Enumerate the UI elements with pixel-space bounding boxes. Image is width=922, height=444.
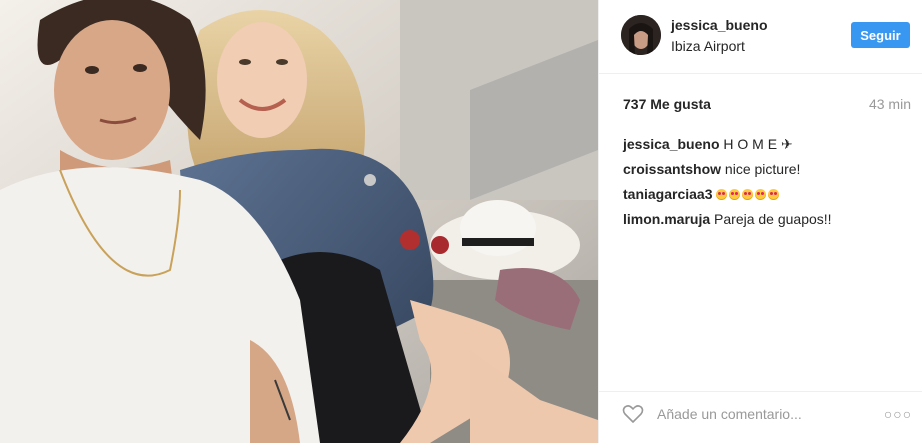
avatar-image bbox=[621, 15, 661, 55]
smiling-face-heart-eyes-icon bbox=[768, 189, 780, 200]
comment-footer: ○○○ bbox=[599, 391, 922, 444]
heart-icon bbox=[622, 405, 644, 423]
more-options-icon[interactable]: ○○○ bbox=[883, 402, 913, 426]
like-button[interactable] bbox=[621, 402, 645, 426]
follow-button[interactable]: Seguir bbox=[851, 22, 910, 48]
post-photo[interactable] bbox=[0, 0, 598, 443]
comment-text: nice picture! bbox=[724, 161, 801, 177]
comment-text: Pareja de guapos!! bbox=[714, 211, 832, 227]
avatar[interactable] bbox=[621, 15, 661, 55]
comment-author[interactable]: croissantshow bbox=[623, 161, 721, 177]
list-item: taniagarciaa3 bbox=[623, 182, 913, 207]
post-stats: 737 Me gusta 43 min bbox=[599, 90, 922, 118]
post-location[interactable]: Ibiza Airport bbox=[671, 38, 745, 54]
smiling-face-heart-eyes-icon bbox=[742, 189, 754, 200]
comment-input[interactable] bbox=[657, 402, 857, 426]
comment-author[interactable]: taniagarciaa3 bbox=[623, 186, 713, 202]
list-item: jessica_bueno H O M E ✈ bbox=[623, 132, 913, 157]
list-item: croissantshow nice picture! bbox=[623, 157, 913, 182]
list-item: limon.maruja Pareja de guapos!! bbox=[623, 207, 913, 232]
post-timestamp[interactable]: 43 min bbox=[869, 96, 911, 112]
smiling-face-heart-eyes-icon bbox=[716, 189, 728, 200]
comment-list: jessica_bueno H O M E ✈ croissantshow ni… bbox=[623, 132, 913, 232]
post-author-username[interactable]: jessica_bueno bbox=[671, 17, 768, 33]
smiling-face-heart-eyes-icon bbox=[729, 189, 741, 200]
comment-author[interactable]: limon.maruja bbox=[623, 211, 710, 227]
emoji-group bbox=[716, 186, 781, 202]
post-photo-illustration bbox=[0, 0, 598, 443]
smiling-face-heart-eyes-icon bbox=[755, 189, 767, 200]
comment-author[interactable]: jessica_bueno bbox=[623, 136, 720, 152]
likes-count[interactable]: 737 Me gusta bbox=[623, 96, 711, 112]
comment-text: H O M E ✈ bbox=[723, 136, 793, 152]
post-sidebar: jessica_bueno Ibiza Airport Seguir 737 M… bbox=[598, 0, 922, 443]
post-header: jessica_bueno Ibiza Airport Seguir bbox=[599, 0, 922, 74]
